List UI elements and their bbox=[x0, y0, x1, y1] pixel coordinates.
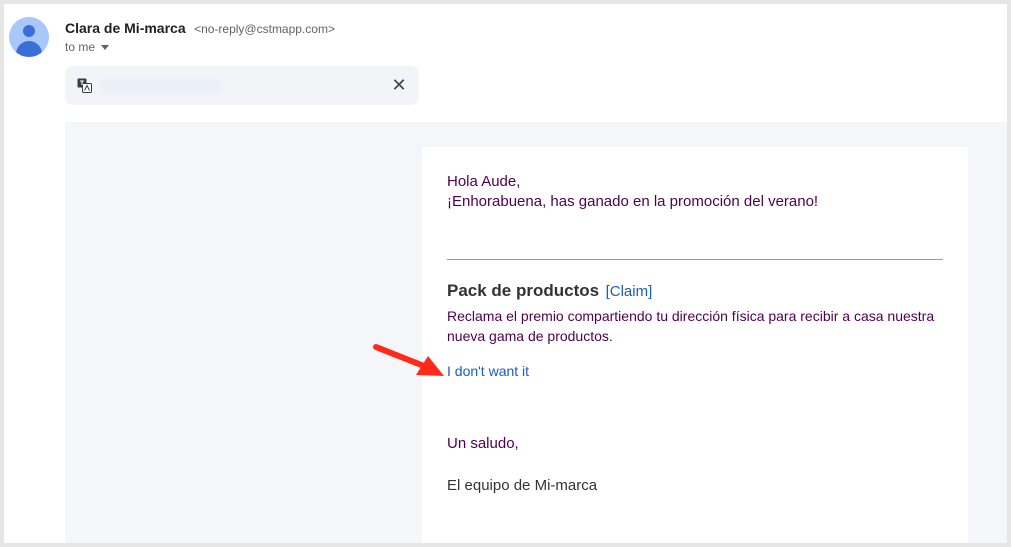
pack-title: Pack de productos bbox=[447, 281, 600, 300]
greeting-block: Hola Aude, ¡Enhorabuena, has ganado en l… bbox=[447, 172, 818, 212]
divider bbox=[447, 259, 943, 260]
recipient-label: to me bbox=[65, 40, 96, 54]
sender-avatar[interactable] bbox=[9, 17, 49, 57]
greeting: Hola Aude, bbox=[447, 173, 521, 190]
translate-text-placeholder bbox=[102, 80, 222, 92]
annotation-arrow-icon bbox=[373, 344, 444, 376]
email-view: Clara de Mi-marca <no-reply@cstmapp.com>… bbox=[4, 4, 1007, 543]
translate-icon[interactable] bbox=[77, 78, 92, 93]
email-content-card: Hola Aude, ¡Enhorabuena, has ganado en l… bbox=[422, 147, 968, 543]
pack-description: Reclama el premio compartiendo tu direcc… bbox=[447, 308, 935, 344]
sign-off: Un saludo, bbox=[447, 435, 519, 452]
sender-name[interactable]: Clara de Mi-marca bbox=[65, 20, 186, 36]
claim-link[interactable]: [Claim] bbox=[606, 283, 653, 300]
email-body-background: Hola Aude, ¡Enhorabuena, has ganado en l… bbox=[65, 122, 1007, 543]
sender-line: Clara de Mi-marca <no-reply@cstmapp.com> bbox=[65, 20, 335, 38]
chevron-down-icon[interactable] bbox=[101, 44, 110, 50]
translate-bar: ✕ bbox=[65, 66, 419, 105]
pack-heading: Pack de productos [Claim] bbox=[447, 281, 652, 301]
decline-link[interactable]: I don't want it bbox=[447, 363, 529, 379]
sender-email: <no-reply@cstmapp.com> bbox=[194, 22, 335, 36]
recipient-details-toggle[interactable]: to me bbox=[65, 40, 110, 54]
avatar-body bbox=[16, 41, 42, 57]
avatar-head bbox=[23, 25, 35, 37]
signature: El equipo de Mi-marca bbox=[447, 477, 598, 494]
close-icon[interactable]: ✕ bbox=[389, 75, 409, 95]
congrats-message: ¡Enhorabuena, has ganado en la promoción… bbox=[447, 193, 819, 210]
